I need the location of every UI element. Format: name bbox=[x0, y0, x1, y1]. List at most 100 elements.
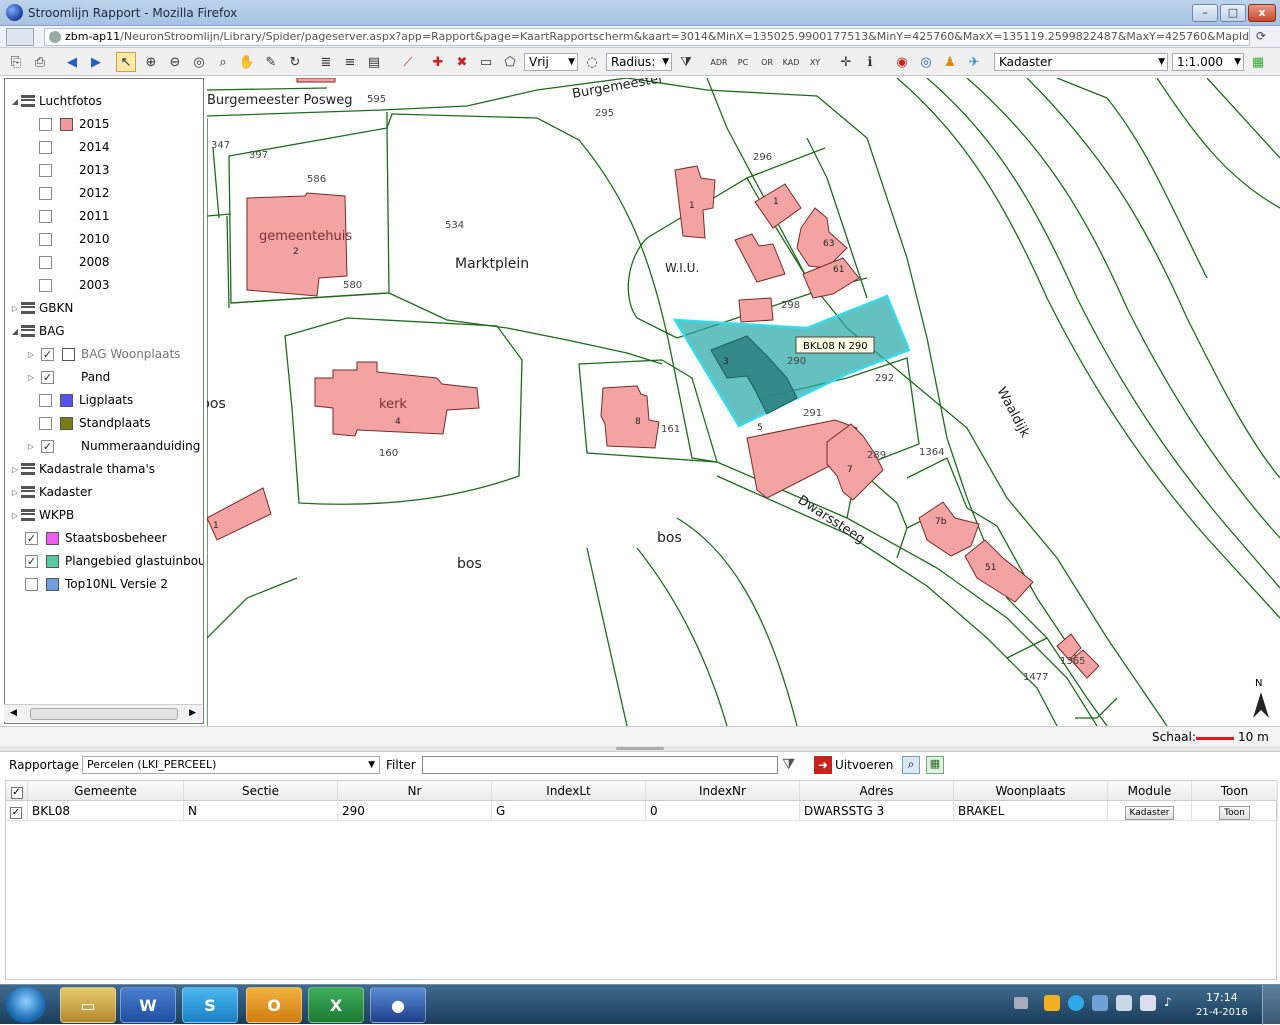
layer-checkbox[interactable] bbox=[39, 140, 52, 154]
column-header-indexnr[interactable]: IndexNr bbox=[646, 781, 800, 801]
row-checkbox[interactable]: ✓ bbox=[6, 801, 28, 821]
column-header-woonplaats[interactable]: Woonplaats bbox=[954, 781, 1108, 801]
zoom-box-icon[interactable]: ⌕ bbox=[213, 52, 233, 72]
funnel-icon[interactable]: ⧩ bbox=[782, 755, 795, 773]
keyboard-icon[interactable] bbox=[1014, 997, 1028, 1009]
column-header-gemeente[interactable]: Gemeente bbox=[28, 781, 184, 801]
legend-item-wkpb[interactable]: ▷ WKPB bbox=[9, 505, 74, 525]
crosshair-icon[interactable]: ✛ bbox=[836, 52, 856, 72]
taskbar-firefox[interactable]: ● bbox=[370, 987, 426, 1023]
network-tray-icon[interactable] bbox=[1092, 995, 1108, 1011]
legend-item-2015[interactable]: 2015 bbox=[39, 114, 110, 134]
legend-item-2012[interactable]: 2012 bbox=[39, 183, 110, 203]
maximize-button[interactable]: □ bbox=[1220, 4, 1246, 22]
legend-item-staatsbosbeheer[interactable]: ✓ Staatsbosbeheer bbox=[25, 528, 167, 548]
legend-item-nummeraanduiding[interactable]: ▷ ✓ Nummeraanduiding bbox=[25, 436, 200, 456]
clock-time[interactable]: 17:14 bbox=[1206, 991, 1238, 1004]
layer-checkbox[interactable]: ✓ bbox=[25, 554, 38, 568]
pan-hand-icon[interactable]: ✋ bbox=[237, 52, 257, 72]
column-header-nr[interactable]: Nr bbox=[338, 781, 492, 801]
legend-item-2013[interactable]: 2013 bbox=[39, 160, 110, 180]
info-tool-icon[interactable]: ℹ bbox=[860, 52, 880, 72]
taskbar-explorer[interactable]: ▭ bbox=[60, 987, 116, 1023]
print-icon[interactable]: ⎙ bbox=[30, 52, 50, 72]
collapse-icon[interactable]: ◢ bbox=[9, 327, 21, 336]
point-tool-icon[interactable]: ✚ bbox=[428, 52, 448, 72]
mode-select[interactable]: Vrij ▼ bbox=[524, 53, 578, 71]
search-postcode-button[interactable]: PC bbox=[732, 52, 754, 72]
layer-checkbox[interactable] bbox=[39, 393, 52, 407]
reload-icon[interactable]: ⟳ bbox=[1256, 29, 1266, 43]
layer-checkbox[interactable] bbox=[39, 209, 52, 223]
zoom-out-icon[interactable]: ⊖ bbox=[165, 52, 185, 72]
wifi-tray-icon[interactable] bbox=[1116, 995, 1132, 1011]
layer-checkbox[interactable] bbox=[39, 163, 52, 177]
zoom-extent-icon[interactable]: ◎ bbox=[189, 52, 209, 72]
report-select[interactable]: Percelen (LKI_PERCEEL) ▼ bbox=[82, 756, 380, 774]
select-pointer-icon[interactable]: ↖ bbox=[116, 52, 136, 72]
layer-checkbox[interactable] bbox=[39, 416, 52, 430]
legend-item-kadastrale-thama-s[interactable]: ▷ Kadastrale thama's bbox=[9, 459, 155, 479]
delete-feature-icon[interactable]: ✖ bbox=[452, 52, 472, 72]
scrollbar-thumb[interactable] bbox=[30, 708, 178, 720]
layer-checkbox[interactable] bbox=[39, 186, 52, 200]
expand-icon[interactable]: ▷ bbox=[9, 465, 21, 474]
legend-item-2003[interactable]: 2003 bbox=[39, 275, 110, 295]
cadastral-map[interactable]: BKL08 N 290 Burgemeester Posweg Burgemee… bbox=[207, 78, 1280, 726]
layer-list-icon[interactable]: ≡ bbox=[340, 52, 360, 72]
forward-arrow-icon[interactable]: ▶ bbox=[86, 52, 106, 72]
column-header-indexlt[interactable]: IndexLt bbox=[492, 781, 646, 801]
legend-item-standplaats[interactable]: Standplaats bbox=[39, 413, 151, 433]
radius-select[interactable]: Radius: ▼ bbox=[606, 53, 672, 71]
outlook-tray-icon[interactable] bbox=[1044, 995, 1060, 1011]
layer-checkbox[interactable]: ✓ bbox=[41, 347, 54, 361]
legend-item-gbkn[interactable]: ▷ GBKN bbox=[9, 298, 73, 318]
expand-icon[interactable]: ▷ bbox=[9, 511, 21, 520]
bird-icon[interactable]: ✈ bbox=[964, 52, 984, 72]
refresh-icon[interactable]: ↻ bbox=[285, 52, 305, 72]
legend-item-plangebied-glastuinbouw[interactable]: ✓ Plangebied glastuinbouw bbox=[25, 551, 203, 571]
layer-checkbox[interactable] bbox=[39, 255, 52, 269]
legend-item-2011[interactable]: 2011 bbox=[39, 206, 110, 226]
legend-item-ligplaats[interactable]: Ligplaats bbox=[39, 390, 133, 410]
copy-icon[interactable]: ⎘ bbox=[6, 52, 26, 72]
legend-item-2010[interactable]: 2010 bbox=[39, 229, 110, 249]
line-tool-icon[interactable]: ⟋ bbox=[398, 52, 418, 72]
column-header-sectie[interactable]: Sectie bbox=[184, 781, 338, 801]
select-rect-icon[interactable]: ▭ bbox=[476, 52, 496, 72]
search-or-button[interactable]: OR bbox=[756, 52, 778, 72]
layer-checkbox[interactable]: ✓ bbox=[25, 531, 38, 545]
search-xy-button[interactable]: XY bbox=[804, 52, 826, 72]
legend-item-bag-woonplaats[interactable]: ▷ ✓ BAG Woonplaats bbox=[25, 344, 181, 364]
scale-select[interactable]: 1:1.000 ▼ bbox=[1172, 53, 1244, 71]
streetview-icon[interactable]: ♟ bbox=[940, 52, 960, 72]
zoom-to-selection-icon[interactable]: ⌕ bbox=[902, 756, 920, 774]
close-button[interactable]: x bbox=[1248, 4, 1276, 22]
map-canvas[interactable]: BKL08 N 290 Burgemeester Posweg Burgemee… bbox=[207, 78, 1280, 726]
layer-checkbox[interactable] bbox=[39, 278, 52, 292]
volume-tray-icon[interactable]: ♪ bbox=[1164, 995, 1176, 1011]
expand-icon[interactable]: ▷ bbox=[9, 488, 21, 497]
bullseye-icon[interactable]: ◎ bbox=[916, 52, 936, 72]
layer-checkbox[interactable]: ✓ bbox=[41, 439, 54, 453]
show-desktop-button[interactable] bbox=[1262, 985, 1280, 1025]
layer-checkbox[interactable]: ✓ bbox=[41, 370, 54, 384]
legend-item-2014[interactable]: 2014 bbox=[39, 137, 110, 157]
select-polygon-icon[interactable]: ⬠ bbox=[500, 52, 520, 72]
base-layer-select[interactable]: Kadaster ▼ bbox=[994, 53, 1168, 71]
legend-item-bag[interactable]: ◢ BAG bbox=[9, 321, 65, 341]
taskbar-excel[interactable]: X bbox=[308, 987, 364, 1023]
expand-icon[interactable]: ▷ bbox=[9, 304, 21, 313]
legend-toggle-icon[interactable]: ▦ bbox=[1248, 52, 1268, 72]
legend-item-luchtfotos[interactable]: ◢ Luchtfotos bbox=[9, 91, 102, 111]
monitor-tray-icon[interactable] bbox=[1140, 995, 1156, 1011]
expand-icon[interactable]: ▷ bbox=[25, 373, 37, 382]
filter-map-icon[interactable]: ⧩ bbox=[676, 52, 696, 72]
layer-tree-scrollbar[interactable]: ◀ ▶ bbox=[4, 704, 202, 722]
minimize-button[interactable]: – bbox=[1192, 4, 1218, 22]
scroll-right-icon[interactable]: ▶ bbox=[189, 708, 196, 718]
legend-item-top10nl-versie-2[interactable]: Top10NL Versie 2 bbox=[25, 574, 168, 594]
site-identity-icon[interactable] bbox=[49, 31, 61, 43]
legend-item-pand[interactable]: ▷ ✓ Pand bbox=[25, 367, 110, 387]
layer-checkbox[interactable] bbox=[39, 232, 52, 246]
